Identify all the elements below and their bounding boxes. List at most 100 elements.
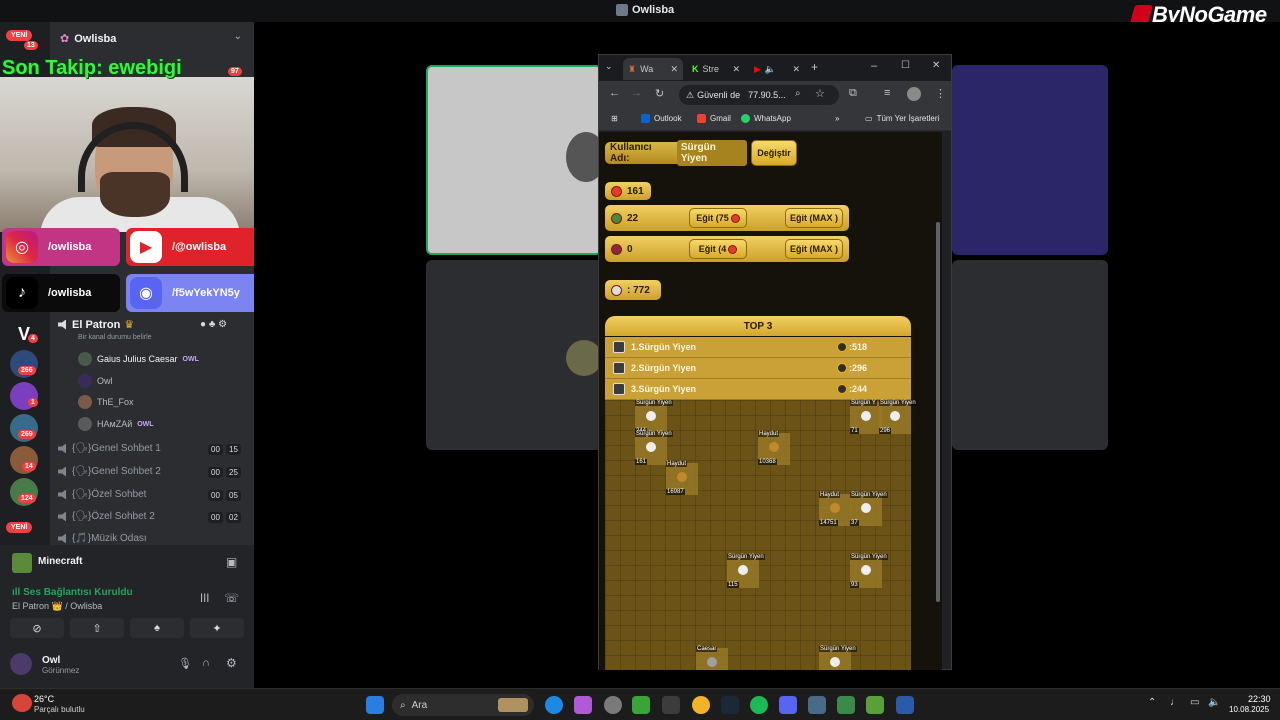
- map-unit[interactable]: Sürgün Yiyen 296: [879, 400, 917, 434]
- activity-button[interactable]: ♠: [130, 618, 184, 638]
- edge-icon[interactable]: [545, 696, 563, 714]
- back-icon[interactable]: ←: [609, 87, 620, 99]
- bookmark-star-icon[interactable]: ☆: [815, 87, 825, 100]
- discord-icon[interactable]: [779, 696, 797, 714]
- menu-icon[interactable]: ⋮: [935, 87, 946, 100]
- train-unit2-button[interactable]: Eğit (4: [689, 239, 747, 259]
- zoom-icon[interactable]: ⌕: [795, 88, 801, 99]
- clock-date[interactable]: 10.08.2025: [1229, 705, 1269, 714]
- minecraft-launcher-icon[interactable]: [632, 696, 650, 714]
- close-icon[interactable]: ✕: [732, 64, 740, 75]
- minecraft-icon[interactable]: [866, 696, 884, 714]
- spotify-icon[interactable]: [750, 696, 768, 714]
- voice-location[interactable]: El Patron 👑 / Owlisba: [12, 601, 102, 612]
- app-icon[interactable]: [808, 696, 826, 714]
- reload-icon[interactable]: ↻: [655, 87, 664, 100]
- app-icon[interactable]: [896, 696, 914, 714]
- headphones-icon[interactable]: ∩: [202, 657, 210, 669]
- voice-channel[interactable]: {🗣}Özel Sohbet: [58, 489, 146, 500]
- taskbar-search[interactable]: ⌕ Ara: [392, 694, 534, 716]
- server-name[interactable]: ✿ Owlisba: [60, 32, 116, 45]
- new-tab-icon[interactable]: +: [811, 60, 818, 74]
- change-name-button[interactable]: Değiştir: [751, 140, 797, 166]
- username-value[interactable]: Sürgün Yiyen: [676, 140, 747, 166]
- map-unit[interactable]: Haydut 10368: [758, 431, 790, 465]
- close-window-icon[interactable]: ✕: [932, 60, 940, 71]
- skull-icon: [861, 565, 871, 575]
- tray-mic-icon[interactable]: ♩: [1170, 697, 1180, 708]
- voice-channel-el-patron[interactable]: El Patron ♛: [58, 318, 134, 331]
- map-unit[interactable]: Sürgün Yiyen 115: [727, 554, 765, 588]
- soundboard-button[interactable]: ✦: [190, 618, 244, 638]
- train-max-unit2-button[interactable]: Eğit (MAX ): [785, 239, 843, 259]
- bookmark-outlook[interactable]: Outlook: [641, 114, 682, 123]
- train-max-unit1-button[interactable]: Eğit (MAX ): [785, 208, 843, 228]
- microphone-icon[interactable]: 🎙: [178, 657, 192, 670]
- map-unit[interactable]: Sürgün Yiyen 161: [635, 431, 673, 465]
- map-unit[interactable]: Sürgün Yiyen244: [635, 400, 673, 434]
- participant-tile[interactable]: [952, 65, 1108, 255]
- channel-status[interactable]: Bir kanal durumu belirle: [78, 334, 152, 341]
- user-avatar[interactable]: [10, 653, 32, 675]
- tab-game[interactable]: ♜ Wa ✕: [623, 58, 683, 80]
- chevron-down-icon[interactable]: ⌄: [234, 31, 242, 42]
- map-unit[interactable]: Haydut 14751: [819, 492, 851, 526]
- media-icon[interactable]: ≡: [884, 87, 890, 99]
- start-icon[interactable]: [366, 696, 384, 714]
- map-unit[interactable]: Sürgün Y 71: [850, 400, 882, 434]
- map-unit[interactable]: Haydut 16987: [666, 461, 698, 495]
- bookmark-whatsapp[interactable]: WhatsApp: [741, 114, 791, 123]
- tab-search-icon[interactable]: ⌄: [605, 61, 613, 72]
- extensions-icon[interactable]: ⧉: [849, 87, 857, 100]
- all-bookmarks[interactable]: ▭ Tüm Yer İşaretleri: [865, 114, 939, 123]
- game-map[interactable]: Sürgün Yiyen244 Sürgün Yiyen 161 Haydut 16…: [605, 400, 917, 670]
- voice-channel[interactable]: {🗣}Genel Sohbet 1: [58, 443, 161, 454]
- close-icon[interactable]: ✕: [670, 64, 678, 75]
- obs-icon[interactable]: [604, 696, 622, 714]
- chrome-icon[interactable]: [692, 696, 710, 714]
- kick-icon: K: [692, 64, 699, 74]
- map-unit[interactable]: Sürgün Yiyen 37: [850, 492, 888, 526]
- map-unit[interactable]: Sürgün Yiyen 93: [850, 554, 888, 588]
- tray-chevron-icon[interactable]: ⌃: [1148, 697, 1156, 708]
- maximize-icon[interactable]: ☐: [901, 60, 910, 71]
- app-icon[interactable]: [837, 696, 855, 714]
- steam-icon[interactable]: [721, 696, 739, 714]
- voice-member[interactable]: HAмZAй OWL: [78, 417, 154, 431]
- clock-time[interactable]: 22:30: [1248, 694, 1271, 704]
- volume-icon[interactable]: 🔈: [1208, 697, 1220, 708]
- profile-icon[interactable]: [907, 87, 921, 101]
- page-scrollbar[interactable]: [936, 222, 940, 602]
- forward-icon[interactable]: →: [631, 87, 642, 99]
- camera-button[interactable]: ⊘: [10, 618, 64, 638]
- voice-member[interactable]: ThE_Fox: [78, 395, 134, 409]
- gold-icon: [611, 185, 622, 197]
- map-unit[interactable]: Caesar: [696, 646, 728, 670]
- map-unit[interactable]: Sürgün Yiyen: [819, 646, 857, 670]
- voice-member[interactable]: Gaius Julius Caesar OWL: [78, 352, 199, 366]
- bookmark-gmail[interactable]: Gmail: [697, 114, 731, 123]
- copilot-icon[interactable]: [574, 696, 592, 714]
- noise-suppression-icon[interactable]: ǀǀǀ: [200, 591, 209, 605]
- weather-icon[interactable]: [12, 694, 32, 712]
- voice-channel[interactable]: {🗣}Genel Sohbet 2: [58, 466, 161, 477]
- minimize-icon[interactable]: –: [871, 60, 877, 72]
- participant-tile[interactable]: [952, 260, 1108, 450]
- tab-stream[interactable]: K Stre ✕: [687, 58, 745, 80]
- network-icon[interactable]: ▭: [1190, 697, 1199, 708]
- disconnect-icon[interactable]: ☏: [224, 591, 239, 605]
- app-icon[interactable]: [662, 696, 680, 714]
- close-icon[interactable]: ✕: [792, 64, 800, 75]
- more-bookmarks-icon[interactable]: »: [835, 114, 839, 123]
- screen-share-button[interactable]: ⇧: [70, 618, 124, 638]
- apps-icon[interactable]: ⊞: [611, 114, 618, 123]
- voice-member[interactable]: Owl: [78, 374, 113, 388]
- train-unit1-button[interactable]: Eğit (75: [689, 208, 747, 228]
- tab-youtube[interactable]: ▶ 🔈 ✕: [749, 58, 805, 80]
- voice-channel[interactable]: {🎵}Müzik Odası: [58, 533, 147, 544]
- channel-actions[interactable]: ● ♣ ⚙: [200, 319, 227, 330]
- activity-screen-icon[interactable]: ▣: [226, 555, 237, 569]
- settings-gear-icon[interactable]: ⚙: [226, 656, 237, 670]
- voice-channel[interactable]: {🗣}Özel Sohbet 2: [58, 511, 155, 522]
- audio-icon[interactable]: 🔈: [765, 64, 776, 75]
